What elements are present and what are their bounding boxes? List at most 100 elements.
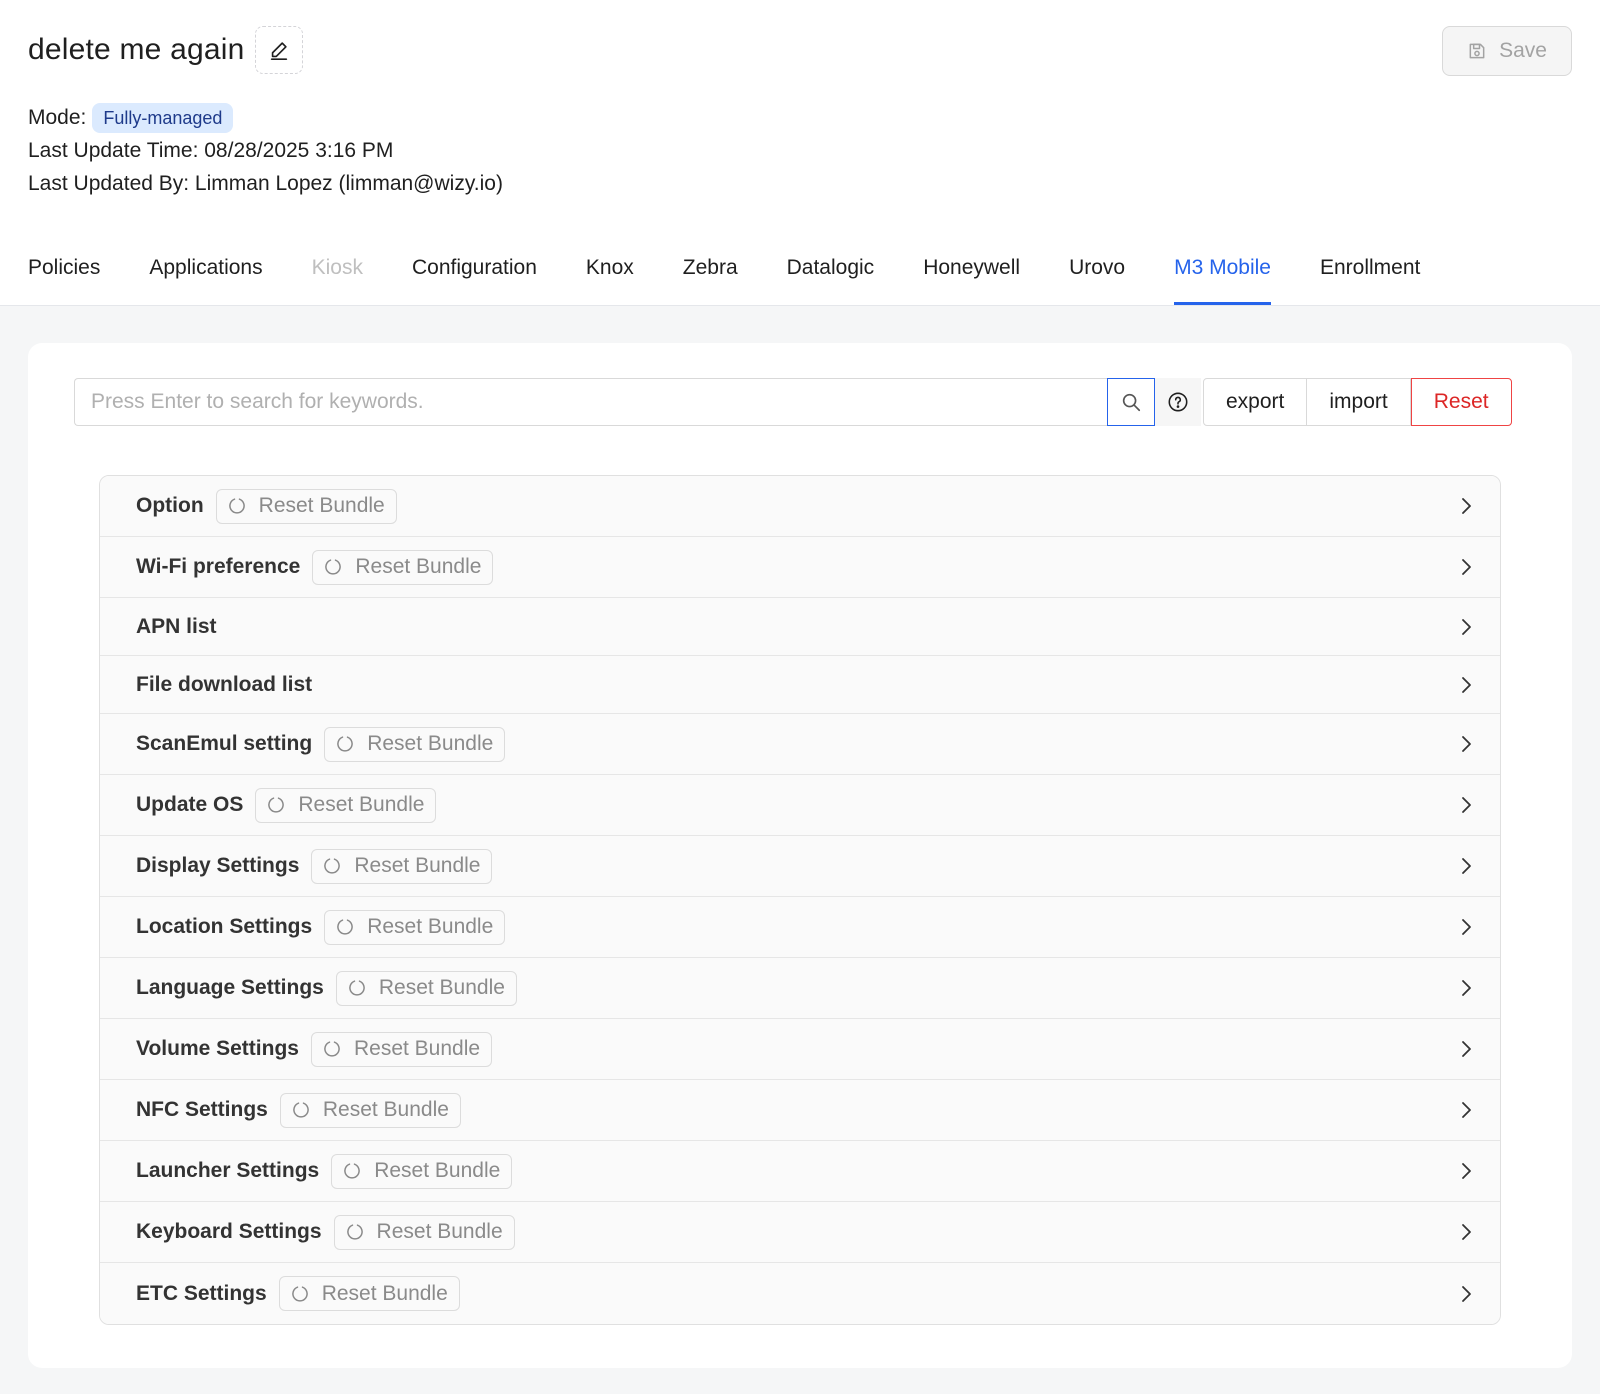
pencil-icon xyxy=(270,42,287,60)
chevron-right-icon[interactable] xyxy=(1456,1161,1476,1181)
help-button[interactable] xyxy=(1155,378,1201,426)
question-circle-icon xyxy=(1168,392,1188,412)
section-row-left: Option Reset Bundle xyxy=(136,488,397,524)
reset-bundle-button[interactable]: Reset Bundle xyxy=(255,787,437,823)
save-label: Save xyxy=(1499,39,1547,62)
chevron-right-icon[interactable] xyxy=(1456,675,1476,695)
reset-bundle-label: Reset Bundle xyxy=(376,1220,503,1243)
tab-bar: Policies Applications Kiosk Configuratio… xyxy=(28,245,1469,305)
tab-applications[interactable]: Applications xyxy=(149,245,262,305)
tab-urovo[interactable]: Urovo xyxy=(1069,245,1125,305)
reset-bundle-label: Reset Bundle xyxy=(298,793,425,816)
section-title: Launcher Settings xyxy=(136,1159,320,1182)
chevron-right-icon[interactable] xyxy=(1456,917,1476,937)
chevron-right-icon[interactable] xyxy=(1456,856,1476,876)
reset-bundle-button[interactable]: Reset Bundle xyxy=(310,1031,493,1067)
import-button[interactable]: import xyxy=(1307,378,1411,426)
settings-card: export import Reset OptionReset BundleWi… xyxy=(28,343,1572,1368)
section-row[interactable]: APN list xyxy=(100,598,1500,656)
section-row[interactable]: Update OS Reset Bundle xyxy=(100,775,1500,836)
section-row[interactable]: Display Settings Reset Bundle xyxy=(100,836,1500,897)
section-row-left: ETC Settings Reset Bundle xyxy=(136,1276,460,1311)
section-row[interactable]: ETC Settings Reset Bundle xyxy=(100,1263,1500,1324)
tab-policies[interactable]: Policies xyxy=(28,245,100,305)
reload-icon xyxy=(323,557,343,577)
reset-bundle-label: Reset Bundle xyxy=(374,1159,501,1182)
section-title: APN list xyxy=(136,614,217,638)
chevron-right-icon[interactable] xyxy=(1456,978,1476,998)
section-title: Keyboard Settings xyxy=(136,1220,322,1243)
chevron-right-icon[interactable] xyxy=(1456,617,1476,637)
tab-m3-mobile[interactable]: M3 Mobile xyxy=(1174,245,1271,305)
tab-kiosk: Kiosk xyxy=(311,256,363,279)
reset-bundle-label: Reset Bundle xyxy=(353,1037,481,1060)
section-title: Display Settings xyxy=(136,854,300,877)
tab-datalogic[interactable]: Datalogic xyxy=(787,245,875,305)
tab-enrollment[interactable]: Enrollment xyxy=(1320,245,1420,305)
section-row[interactable]: Keyboard Settings Reset Bundle xyxy=(100,1202,1500,1263)
section-title: NFC Settings xyxy=(136,1098,268,1121)
export-button[interactable]: export xyxy=(1203,378,1308,426)
reset-bundle-button[interactable]: Reset Bundle xyxy=(311,848,493,884)
tab-zebra[interactable]: Zebra xyxy=(683,245,738,305)
reload-icon xyxy=(322,856,342,876)
reset-bundle-button[interactable]: Reset Bundle xyxy=(331,1153,513,1189)
search-button[interactable] xyxy=(1107,378,1155,426)
section-row-left: File download list xyxy=(136,673,312,697)
section-row-left: NFC Settings Reset Bundle xyxy=(136,1092,461,1128)
toolbar: export import Reset xyxy=(74,378,1512,426)
chevron-right-icon[interactable] xyxy=(1456,1284,1476,1304)
section-title: Option xyxy=(136,494,204,517)
section-row[interactable]: ScanEmul setting Reset Bundle xyxy=(100,714,1500,775)
section-row[interactable]: Launcher Settings Reset Bundle xyxy=(100,1141,1500,1202)
section-row-left: APN list xyxy=(136,615,217,639)
search-input[interactable] xyxy=(74,378,1107,426)
section-title: Volume Settings xyxy=(136,1037,299,1060)
section-row[interactable]: Option Reset Bundle xyxy=(100,476,1500,537)
chevron-right-icon[interactable] xyxy=(1456,557,1476,577)
chevron-right-icon[interactable] xyxy=(1456,496,1476,516)
reset-bundle-button[interactable]: Reset Bundle xyxy=(324,909,506,945)
tab-honeywell[interactable]: Honeywell xyxy=(923,245,1020,305)
reload-icon xyxy=(291,1100,311,1120)
section-row[interactable]: Wi-Fi preference Reset Bundle xyxy=(100,537,1500,598)
chevron-right-icon[interactable] xyxy=(1456,734,1476,754)
chevron-right-icon[interactable] xyxy=(1456,1039,1476,1059)
reset-bundle-button[interactable]: Reset Bundle xyxy=(215,488,397,524)
section-title: Update OS xyxy=(136,793,244,816)
chevron-right-icon[interactable] xyxy=(1456,1222,1476,1242)
reset-bundle-button[interactable]: Reset Bundle xyxy=(278,1276,460,1311)
chevron-right-icon[interactable] xyxy=(1456,795,1476,815)
reset-bundle-label: Reset Bundle xyxy=(378,976,505,999)
reset-bundle-label: Reset Bundle xyxy=(354,854,481,877)
section-row-left: Language Settings Reset Bundle xyxy=(136,970,517,1006)
reset-bundle-label: Reset Bundle xyxy=(258,494,385,517)
edit-title-button[interactable] xyxy=(254,26,303,74)
section-row-left: Wi-Fi preference Reset Bundle xyxy=(136,549,494,585)
section-row-left: Launcher Settings Reset Bundle xyxy=(136,1153,513,1189)
section-row[interactable]: File download list xyxy=(100,656,1500,714)
section-row[interactable]: Language Settings Reset Bundle xyxy=(100,958,1500,1019)
reset-bundle-label: Reset Bundle xyxy=(321,1281,448,1305)
section-title: File download list xyxy=(136,672,313,696)
section-title: ScanEmul setting xyxy=(136,732,313,755)
reset-bundle-button[interactable]: Reset Bundle xyxy=(333,1214,515,1250)
reset-bundle-button[interactable]: Reset Bundle xyxy=(324,726,506,762)
chevron-right-icon[interactable] xyxy=(1456,1100,1476,1120)
reset-bundle-label: Reset Bundle xyxy=(322,1098,449,1121)
reload-icon xyxy=(345,1222,365,1242)
section-row[interactable]: NFC Settings Reset Bundle xyxy=(100,1080,1500,1141)
tab-configuration[interactable]: Configuration xyxy=(412,245,537,305)
reset-button[interactable]: Reset xyxy=(1410,378,1512,426)
action-button-group: export import Reset xyxy=(1203,378,1512,426)
section-row[interactable]: Volume Settings Reset Bundle xyxy=(100,1019,1500,1080)
reset-bundle-button[interactable]: Reset Bundle xyxy=(335,970,517,1006)
reset-bundle-button[interactable]: Reset Bundle xyxy=(279,1092,461,1128)
section-row-left: Keyboard Settings Reset Bundle xyxy=(136,1214,515,1250)
tab-knox[interactable]: Knox xyxy=(586,245,634,305)
save-icon xyxy=(1469,43,1485,59)
reset-bundle-button[interactable]: Reset Bundle xyxy=(312,549,494,585)
section-title: Wi-Fi preference xyxy=(136,555,301,578)
save-button[interactable]: Save xyxy=(1442,26,1572,76)
section-row[interactable]: Location Settings Reset Bundle xyxy=(100,897,1500,958)
